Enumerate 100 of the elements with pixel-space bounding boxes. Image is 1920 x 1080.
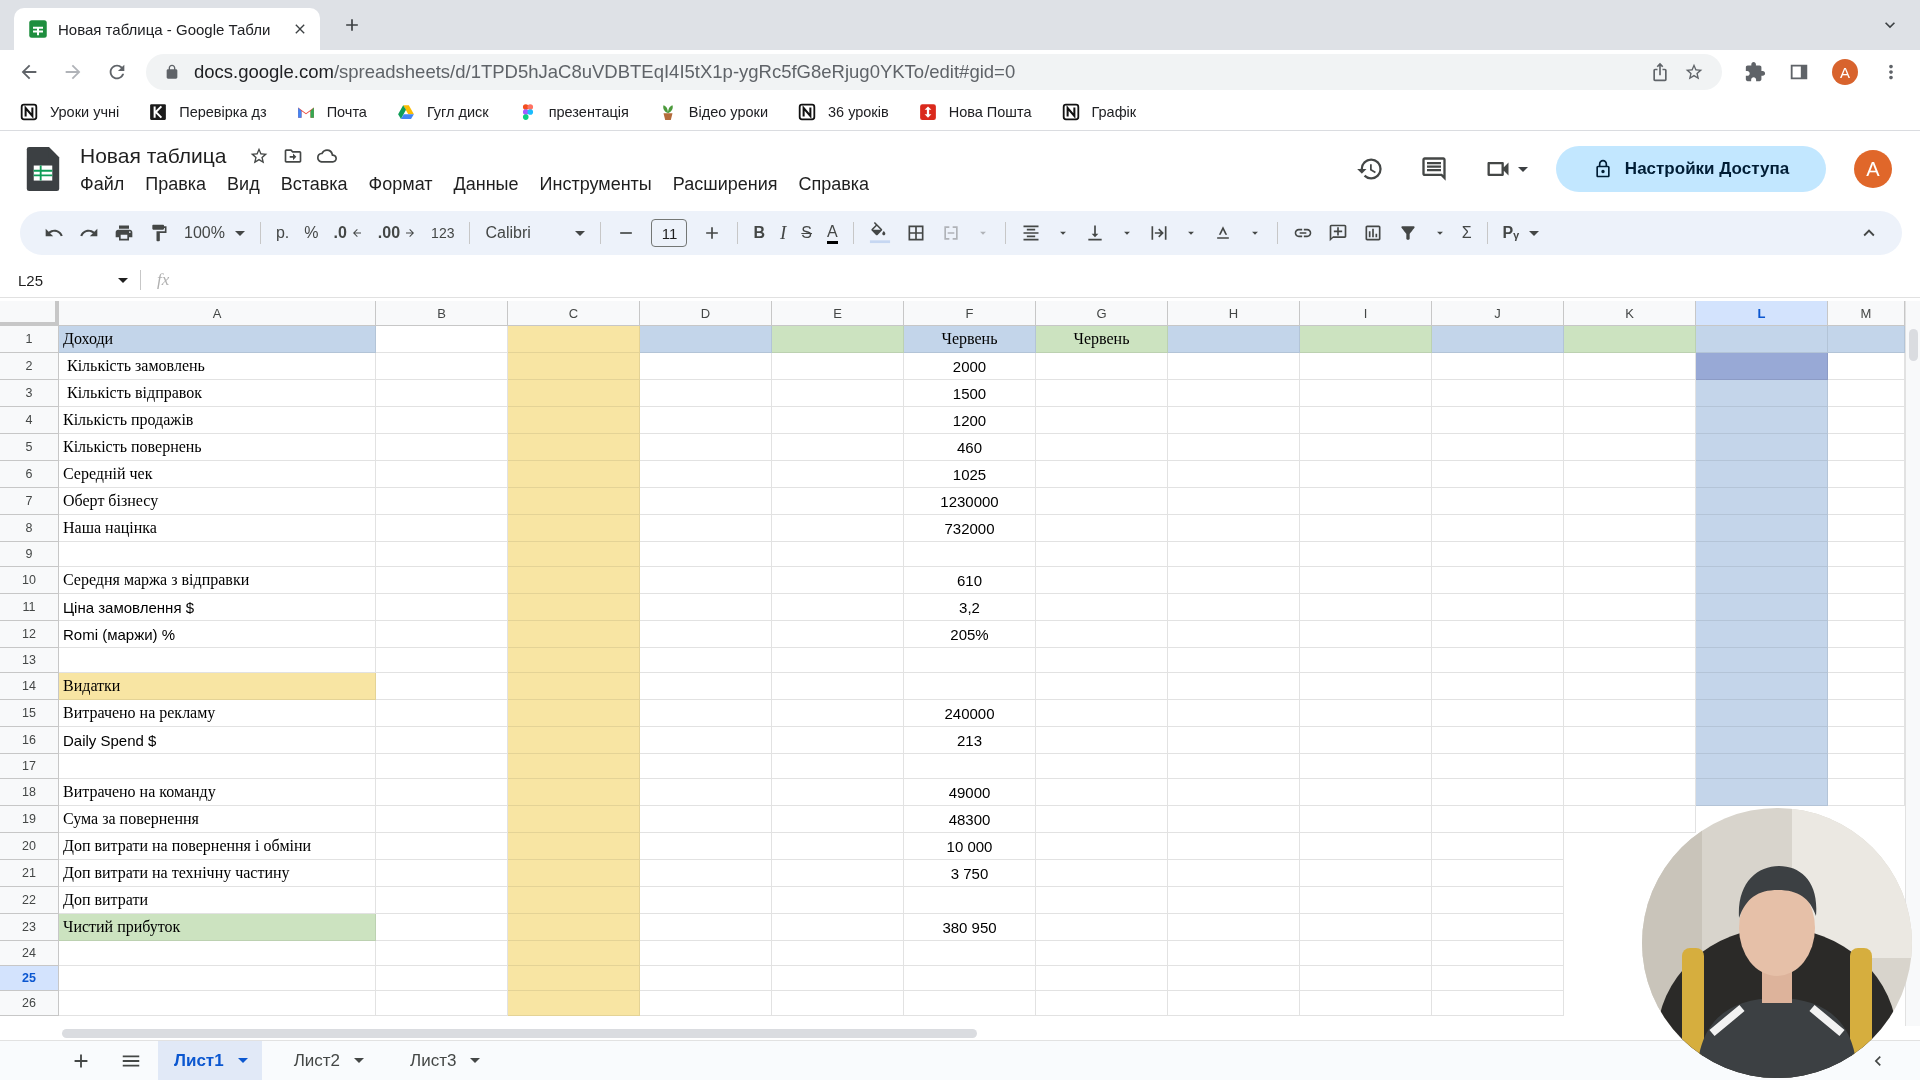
table-cell[interactable]: 49000: [904, 779, 1036, 806]
row-header[interactable]: 18: [0, 779, 59, 806]
row-header[interactable]: 6: [0, 461, 59, 488]
table-cell[interactable]: [640, 727, 772, 754]
table-cell[interactable]: Romi (маржи) %: [59, 621, 376, 648]
menu-item[interactable]: Правка: [145, 173, 207, 195]
row-header[interactable]: 20: [0, 833, 59, 860]
sheet-tab[interactable]: Лист3: [394, 1041, 495, 1080]
table-cell[interactable]: [1432, 833, 1564, 860]
table-cell[interactable]: [1432, 488, 1564, 515]
table-cell[interactable]: [772, 407, 904, 434]
table-cell[interactable]: [1168, 648, 1300, 673]
table-cell[interactable]: [1168, 515, 1300, 542]
table-cell[interactable]: [1168, 700, 1300, 727]
table-cell[interactable]: [1036, 991, 1168, 1016]
table-cell[interactable]: 205%: [904, 621, 1036, 648]
table-cell[interactable]: Середня маржа з відправки: [59, 567, 376, 594]
table-cell[interactable]: [1168, 806, 1300, 833]
table-cell[interactable]: 1230000: [904, 488, 1036, 515]
row-header[interactable]: 8: [0, 515, 59, 542]
row-header[interactable]: 11: [0, 594, 59, 621]
table-cell[interactable]: [640, 648, 772, 673]
table-cell[interactable]: [772, 860, 904, 887]
document-title[interactable]: Новая таблица: [80, 143, 227, 168]
column-header[interactable]: L: [1696, 301, 1828, 326]
table-cell[interactable]: [1300, 434, 1432, 461]
table-cell[interactable]: [640, 407, 772, 434]
table-cell[interactable]: [640, 567, 772, 594]
table-cell[interactable]: [1168, 621, 1300, 648]
table-cell[interactable]: [1432, 700, 1564, 727]
table-cell[interactable]: [640, 515, 772, 542]
row-header[interactable]: 15: [0, 700, 59, 727]
row-header[interactable]: 3: [0, 380, 59, 407]
bookmark[interactable]: Перевірка дз: [149, 103, 267, 121]
table-cell[interactable]: [640, 353, 772, 380]
table-cell[interactable]: [640, 779, 772, 806]
row-header[interactable]: 25: [0, 966, 59, 991]
table-cell[interactable]: [1300, 806, 1432, 833]
table-cell[interactable]: [1300, 594, 1432, 621]
table-cell[interactable]: [1168, 542, 1300, 567]
table-cell[interactable]: [1432, 461, 1564, 488]
table-cell[interactable]: [1036, 887, 1168, 914]
table-cell[interactable]: [1300, 380, 1432, 407]
table-cell[interactable]: [1432, 542, 1564, 567]
table-cell[interactable]: [1300, 648, 1432, 673]
bookmark[interactable]: Почта: [296, 103, 367, 121]
table-cell[interactable]: [772, 887, 904, 914]
table-cell[interactable]: Доп витрати на повернення і обміни: [59, 833, 376, 860]
table-cell[interactable]: Доп витрати на технічну частину: [59, 860, 376, 887]
table-cell[interactable]: [1168, 567, 1300, 594]
table-cell[interactable]: [1168, 779, 1300, 806]
table-cell[interactable]: [640, 700, 772, 727]
table-cell[interactable]: [1300, 673, 1432, 700]
table-cell[interactable]: [640, 461, 772, 488]
table-cell[interactable]: [1300, 966, 1432, 991]
table-cell[interactable]: [772, 727, 904, 754]
table-cell[interactable]: [904, 941, 1036, 966]
table-cell[interactable]: [1036, 860, 1168, 887]
table-cell[interactable]: [1432, 727, 1564, 754]
table-cell[interactable]: 380 950: [904, 914, 1036, 941]
column-header[interactable]: D: [640, 301, 772, 326]
table-cell[interactable]: [1036, 488, 1168, 515]
table-cell[interactable]: [1036, 727, 1168, 754]
table-cell[interactable]: [772, 754, 904, 779]
table-cell[interactable]: [1300, 542, 1432, 567]
address-bar[interactable]: docs.google.com/spreadsheets/d/1TPD5hJaC8uVDBTEqI4I5tX1p-ygRc5fG8eRjug0YKTo/edit#gid=0: [146, 54, 1722, 90]
table-cell[interactable]: [1036, 833, 1168, 860]
table-cell[interactable]: [1036, 621, 1168, 648]
zoom-dropdown[interactable]: 100%: [184, 224, 245, 242]
column-header[interactable]: B: [376, 301, 508, 326]
table-cell[interactable]: [1432, 380, 1564, 407]
table-cell[interactable]: Ціна замовлення $: [59, 594, 376, 621]
table-cell[interactable]: [1036, 434, 1168, 461]
table-cell[interactable]: [1036, 407, 1168, 434]
table-cell[interactable]: [640, 887, 772, 914]
table-cell[interactable]: [1168, 594, 1300, 621]
table-cell[interactable]: [1168, 860, 1300, 887]
table-cell[interactable]: [1432, 941, 1564, 966]
table-cell[interactable]: [640, 754, 772, 779]
font-size-field[interactable]: 11: [651, 219, 688, 247]
table-cell[interactable]: [1168, 887, 1300, 914]
table-cell[interactable]: [1300, 991, 1432, 1016]
table-cell[interactable]: Видатки: [59, 673, 376, 700]
table-cell[interactable]: Оберт бізнесу: [59, 488, 376, 515]
table-cell[interactable]: [1168, 991, 1300, 1016]
table-cell[interactable]: [772, 380, 904, 407]
table-cell[interactable]: [1300, 860, 1432, 887]
table-cell[interactable]: [1432, 673, 1564, 700]
table-cell[interactable]: [772, 700, 904, 727]
menu-item[interactable]: Вставка: [280, 173, 348, 195]
table-cell[interactable]: [640, 594, 772, 621]
table-cell[interactable]: [772, 353, 904, 380]
table-cell[interactable]: [640, 991, 772, 1016]
font-dropdown[interactable]: Calibri: [485, 224, 586, 242]
bookmark[interactable]: Графік: [1061, 103, 1137, 121]
table-cell[interactable]: [1036, 380, 1168, 407]
bookmark[interactable]: Нова Пошта: [918, 103, 1032, 121]
row-header[interactable]: 13: [0, 648, 59, 673]
decrease-decimals-button[interactable]: .0: [333, 224, 363, 242]
bookmark[interactable]: Уроки учні: [20, 103, 120, 121]
